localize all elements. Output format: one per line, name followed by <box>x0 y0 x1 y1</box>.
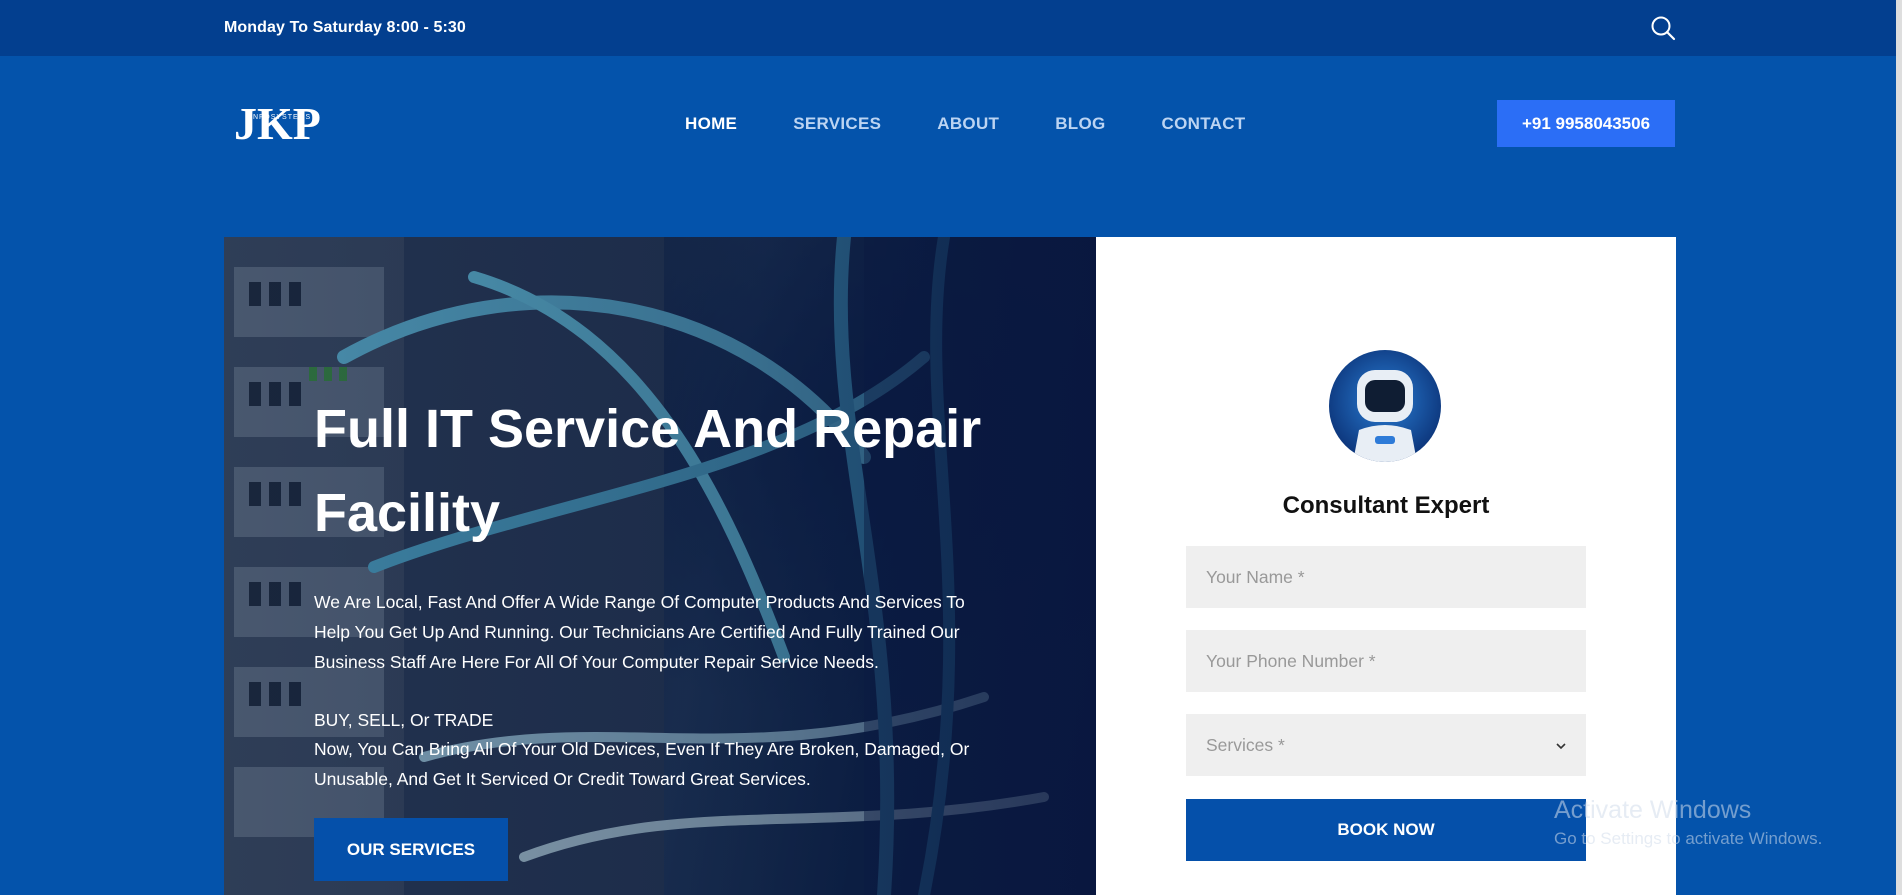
watermark-subtitle: Go to Settings to activate Windows. <box>1554 829 1823 848</box>
phone-field[interactable] <box>1186 630 1586 692</box>
hero-title: Full IT Service And Repair Facility <box>314 399 982 543</box>
nav-contact[interactable]: CONTACT <box>1162 114 1246 134</box>
services-select-label: Services * <box>1206 734 1285 755</box>
chevron-down-icon <box>1556 738 1566 753</box>
services-select[interactable]: Services * <box>1186 714 1586 776</box>
name-field[interactable] <box>1186 546 1586 608</box>
hero-tagline: BUY, SELL, Or TRADE <box>314 710 494 730</box>
nav-home[interactable]: HOME <box>685 114 737 134</box>
hero-description-2: Now, You Can Bring All Of Your Old Devic… <box>314 739 970 789</box>
svg-text:JKP: JKP <box>234 98 321 149</box>
business-hours: Monday To Saturday 8:00 - 5:30 <box>224 19 466 36</box>
our-services-button[interactable]: OUR SERVICES <box>314 818 508 881</box>
hero-section: Full IT Service And Repair Facility We A… <box>224 237 1096 895</box>
book-now-button[interactable]: BOOK NOW <box>1186 799 1586 861</box>
consultant-avatar <box>1329 350 1441 462</box>
watermark-title: Activate Windows <box>1554 796 1752 824</box>
page-scrollbar[interactable] <box>1896 0 1902 895</box>
nav-about[interactable]: ABOUT <box>937 114 999 134</box>
hero-overlay <box>224 237 1096 895</box>
main-nav: HOME SERVICES ABOUT BLOG CONTACT <box>685 114 1301 134</box>
nav-services[interactable]: SERVICES <box>793 114 881 134</box>
svg-text:INFOSYSTEMS: INFOSYSTEMS <box>250 114 311 121</box>
windows-activation-watermark: Activate Windows Go to Settings to activ… <box>1554 796 1822 849</box>
company-logo[interactable]: JKP INFOSYSTEMS <box>234 95 328 155</box>
top-bar: Monday To Saturday 8:00 - 5:30 <box>0 0 1902 56</box>
hero-description: We Are Local, Fast And Offer A Wide Rang… <box>314 592 965 672</box>
nav-blog[interactable]: BLOG <box>1055 114 1105 134</box>
search-icon[interactable] <box>1650 15 1676 41</box>
phone-call-button[interactable]: +91 9958043506 <box>1497 100 1675 147</box>
form-title: Consultant Expert <box>1282 492 1490 519</box>
